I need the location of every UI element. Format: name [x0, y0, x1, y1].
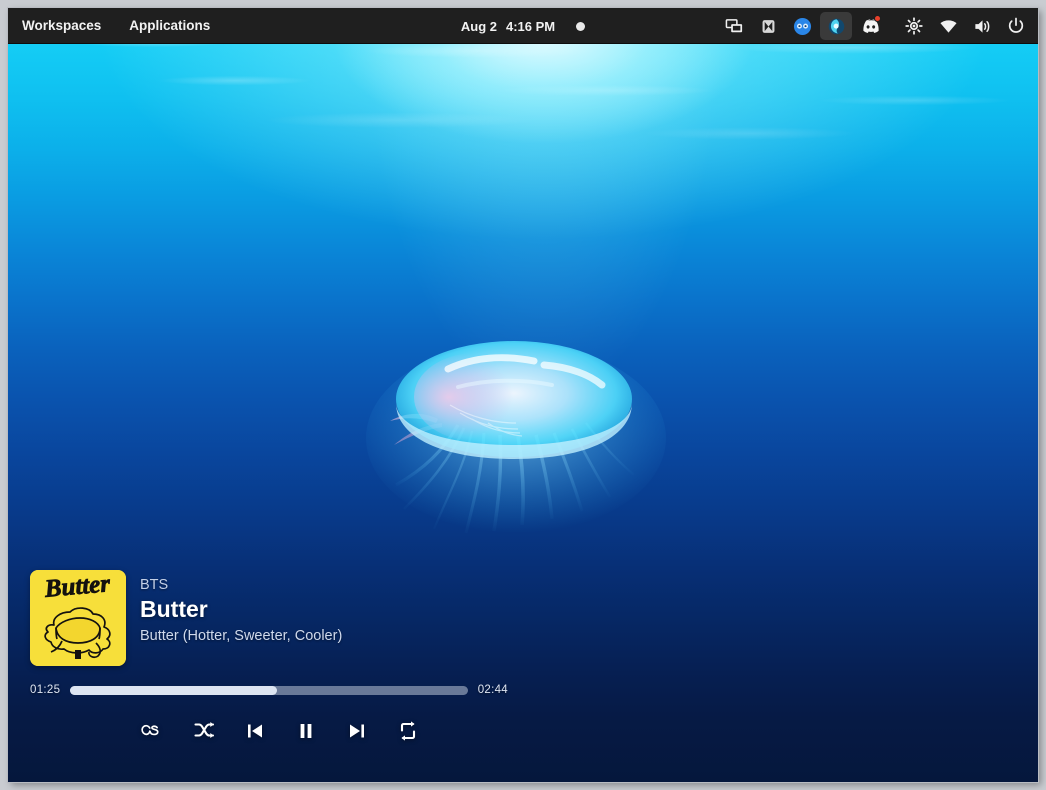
shuffle-button[interactable] — [191, 718, 217, 744]
clock-time: 4:16 PM — [506, 19, 555, 34]
now-playing-row: Butter BTS Butter Butter (Hott — [30, 570, 550, 666]
clock-date: Aug 2 — [461, 19, 497, 34]
track-metadata: BTS Butter Butter (Hotter, Sweeter, Cool… — [140, 570, 342, 645]
lastfm-scrobble-button[interactable] — [140, 718, 166, 744]
notification-badge — [874, 15, 881, 22]
total-time: 02:44 — [478, 684, 508, 696]
repeat-button[interactable] — [395, 718, 421, 744]
wifi-icon[interactable] — [932, 12, 964, 40]
workspaces-menu[interactable]: Workspaces — [8, 8, 115, 44]
brightness-icon[interactable] — [898, 12, 930, 40]
applications-menu[interactable]: Applications — [115, 8, 224, 44]
now-playing-widget: Butter BTS Butter Butter (Hott — [30, 570, 550, 744]
top-panel: Workspaces Applications Aug 2 4:16 PM — [8, 8, 1038, 44]
blue-circle-app-icon[interactable] — [786, 12, 818, 40]
progress-slider[interactable] — [70, 686, 467, 695]
browser-icon[interactable] — [820, 12, 852, 40]
volume-icon[interactable] — [966, 12, 998, 40]
pause-button[interactable] — [293, 718, 319, 744]
power-icon[interactable] — [1000, 12, 1032, 40]
progress-row: 01:25 02:44 — [30, 684, 508, 696]
previous-track-button[interactable] — [242, 718, 268, 744]
progress-fill — [70, 686, 277, 695]
discord-icon[interactable] — [854, 12, 886, 40]
elapsed-time: 01:25 — [30, 684, 60, 696]
display-switcher-icon[interactable] — [718, 12, 750, 40]
media-player-icon[interactable] — [752, 12, 784, 40]
next-track-button[interactable] — [344, 718, 370, 744]
butter-album-cover[interactable]: Butter — [30, 570, 126, 666]
track-title: Butter — [140, 596, 342, 624]
jellyfish-image — [338, 333, 678, 583]
album-name: Butter (Hotter, Sweeter, Cooler) — [140, 627, 342, 645]
system-tray — [718, 8, 1032, 44]
album-logo-text: Butter — [43, 570, 112, 603]
playback-controls — [30, 718, 550, 744]
desktop-screen: Workspaces Applications Aug 2 4:16 PM — [8, 8, 1038, 782]
notification-dot-icon[interactable] — [576, 22, 585, 31]
artist-name: BTS — [140, 576, 342, 594]
